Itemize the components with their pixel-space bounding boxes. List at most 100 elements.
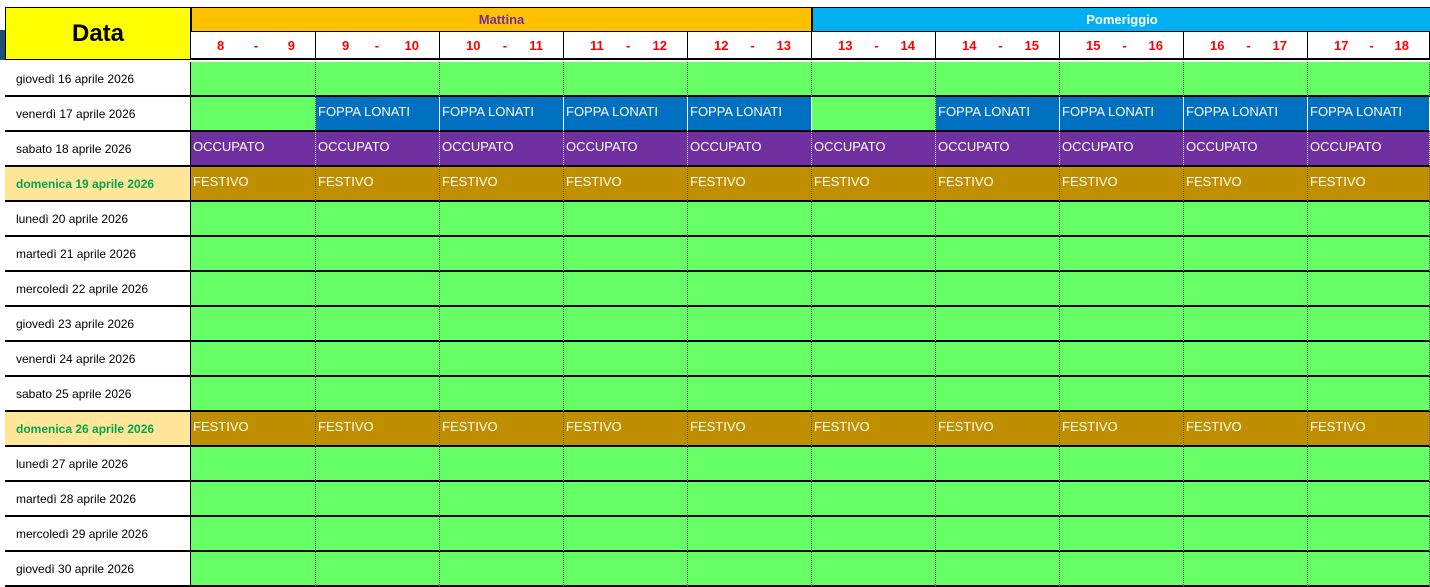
- slot-cell[interactable]: [191, 377, 316, 412]
- slot-cell[interactable]: [1060, 307, 1184, 342]
- slot-cell[interactable]: FESTIVO: [688, 412, 812, 447]
- slot-cell[interactable]: [1184, 552, 1308, 587]
- slot-cell[interactable]: OCCUPATO: [1184, 132, 1308, 167]
- slot-cell[interactable]: FESTIVO: [688, 167, 812, 202]
- slot-cell[interactable]: [1308, 307, 1430, 342]
- slot-cell[interactable]: [1308, 447, 1430, 482]
- slot-cell[interactable]: [191, 307, 316, 342]
- slot-cell[interactable]: [1308, 342, 1430, 377]
- date-cell[interactable]: lunedì 20 aprile 2026: [5, 202, 191, 237]
- slot-cell[interactable]: [316, 342, 440, 377]
- slot-cell[interactable]: [440, 517, 564, 552]
- slot-cell[interactable]: [191, 447, 316, 482]
- slot-cell[interactable]: [936, 552, 1060, 587]
- slot-cell[interactable]: OCCUPATO: [440, 132, 564, 167]
- date-cell[interactable]: venerdì 17 aprile 2026: [5, 97, 191, 132]
- slot-cell[interactable]: [1308, 62, 1430, 97]
- slot-cell[interactable]: [936, 447, 1060, 482]
- slot-cell[interactable]: [1184, 517, 1308, 552]
- slot-cell[interactable]: [688, 202, 812, 237]
- slot-cell[interactable]: [191, 272, 316, 307]
- slot-cell[interactable]: [316, 202, 440, 237]
- hour-header[interactable]: 9 - 10: [316, 32, 440, 60]
- slot-cell[interactable]: [316, 447, 440, 482]
- slot-cell[interactable]: [191, 482, 316, 517]
- date-cell[interactable]: giovedì 16 aprile 2026: [5, 62, 191, 97]
- slot-cell[interactable]: [812, 237, 936, 272]
- slot-cell[interactable]: OCCUPATO: [812, 132, 936, 167]
- slot-cell[interactable]: FOPPA LONATI: [564, 97, 688, 132]
- slot-cell[interactable]: FESTIVO: [1308, 412, 1430, 447]
- slot-cell[interactable]: [564, 552, 688, 587]
- slot-cell[interactable]: [564, 272, 688, 307]
- slot-cell[interactable]: [191, 97, 316, 132]
- slot-cell[interactable]: [564, 482, 688, 517]
- slot-cell[interactable]: [1184, 377, 1308, 412]
- slot-cell[interactable]: [191, 62, 316, 97]
- slot-cell[interactable]: [1308, 272, 1430, 307]
- slot-cell[interactable]: FESTIVO: [1308, 167, 1430, 202]
- slot-cell[interactable]: [440, 202, 564, 237]
- slot-cell[interactable]: FESTIVO: [1184, 412, 1308, 447]
- slot-cell[interactable]: [1308, 202, 1430, 237]
- slot-cell[interactable]: [440, 552, 564, 587]
- slot-cell[interactable]: FESTIVO: [936, 167, 1060, 202]
- slot-cell[interactable]: [936, 62, 1060, 97]
- slot-cell[interactable]: OCCUPATO: [191, 132, 316, 167]
- afternoon-group-header[interactable]: Pomeriggio: [812, 7, 1430, 32]
- slot-cell[interactable]: [688, 552, 812, 587]
- slot-cell[interactable]: [440, 237, 564, 272]
- morning-group-header[interactable]: Mattina: [191, 7, 812, 32]
- slot-cell[interactable]: [1308, 552, 1430, 587]
- slot-cell[interactable]: FOPPA LONATI: [688, 97, 812, 132]
- slot-cell[interactable]: [688, 342, 812, 377]
- date-cell[interactable]: sabato 18 aprile 2026: [5, 132, 191, 167]
- slot-cell[interactable]: [1184, 237, 1308, 272]
- slot-cell[interactable]: [1184, 447, 1308, 482]
- slot-cell[interactable]: [1308, 237, 1430, 272]
- slot-cell[interactable]: [1184, 202, 1308, 237]
- slot-cell[interactable]: [812, 517, 936, 552]
- hour-header[interactable]: 8 - 9: [191, 32, 316, 60]
- slot-cell[interactable]: OCCUPATO: [688, 132, 812, 167]
- slot-cell[interactable]: [1060, 447, 1184, 482]
- date-cell[interactable]: domenica 26 aprile 2026: [5, 412, 191, 447]
- slot-cell[interactable]: [440, 482, 564, 517]
- slot-cell[interactable]: FESTIVO: [1184, 167, 1308, 202]
- slot-cell[interactable]: [440, 377, 564, 412]
- slot-cell[interactable]: [1184, 342, 1308, 377]
- slot-cell[interactable]: [191, 552, 316, 587]
- date-cell[interactable]: sabato 25 aprile 2026: [5, 377, 191, 412]
- slot-cell[interactable]: [1184, 482, 1308, 517]
- hour-header[interactable]: 10 - 11: [440, 32, 564, 60]
- slot-cell[interactable]: [1184, 307, 1308, 342]
- slot-cell[interactable]: FESTIVO: [812, 412, 936, 447]
- slot-cell[interactable]: [564, 62, 688, 97]
- slot-cell[interactable]: [688, 272, 812, 307]
- slot-cell[interactable]: FOPPA LONATI: [1308, 97, 1430, 132]
- slot-cell[interactable]: [936, 307, 1060, 342]
- slot-cell[interactable]: [812, 447, 936, 482]
- slot-cell[interactable]: [688, 517, 812, 552]
- slot-cell[interactable]: [812, 202, 936, 237]
- slot-cell[interactable]: FOPPA LONATI: [1060, 97, 1184, 132]
- slot-cell[interactable]: [688, 307, 812, 342]
- slot-cell[interactable]: [440, 447, 564, 482]
- date-cell[interactable]: giovedì 30 aprile 2026: [5, 552, 191, 587]
- slot-cell[interactable]: [1184, 272, 1308, 307]
- slot-cell[interactable]: [936, 377, 1060, 412]
- slot-cell[interactable]: [440, 307, 564, 342]
- slot-cell[interactable]: [564, 307, 688, 342]
- hour-header[interactable]: 14 - 15: [936, 32, 1060, 60]
- hour-header[interactable]: 15 - 16: [1060, 32, 1184, 60]
- slot-cell[interactable]: [812, 97, 936, 132]
- slot-cell[interactable]: [316, 307, 440, 342]
- slot-cell[interactable]: FESTIVO: [191, 412, 316, 447]
- slot-cell[interactable]: [191, 342, 316, 377]
- slot-cell[interactable]: [688, 377, 812, 412]
- slot-cell[interactable]: FESTIVO: [316, 412, 440, 447]
- slot-cell[interactable]: [1060, 237, 1184, 272]
- slot-cell[interactable]: [191, 517, 316, 552]
- slot-cell[interactable]: FOPPA LONATI: [936, 97, 1060, 132]
- slot-cell[interactable]: [316, 377, 440, 412]
